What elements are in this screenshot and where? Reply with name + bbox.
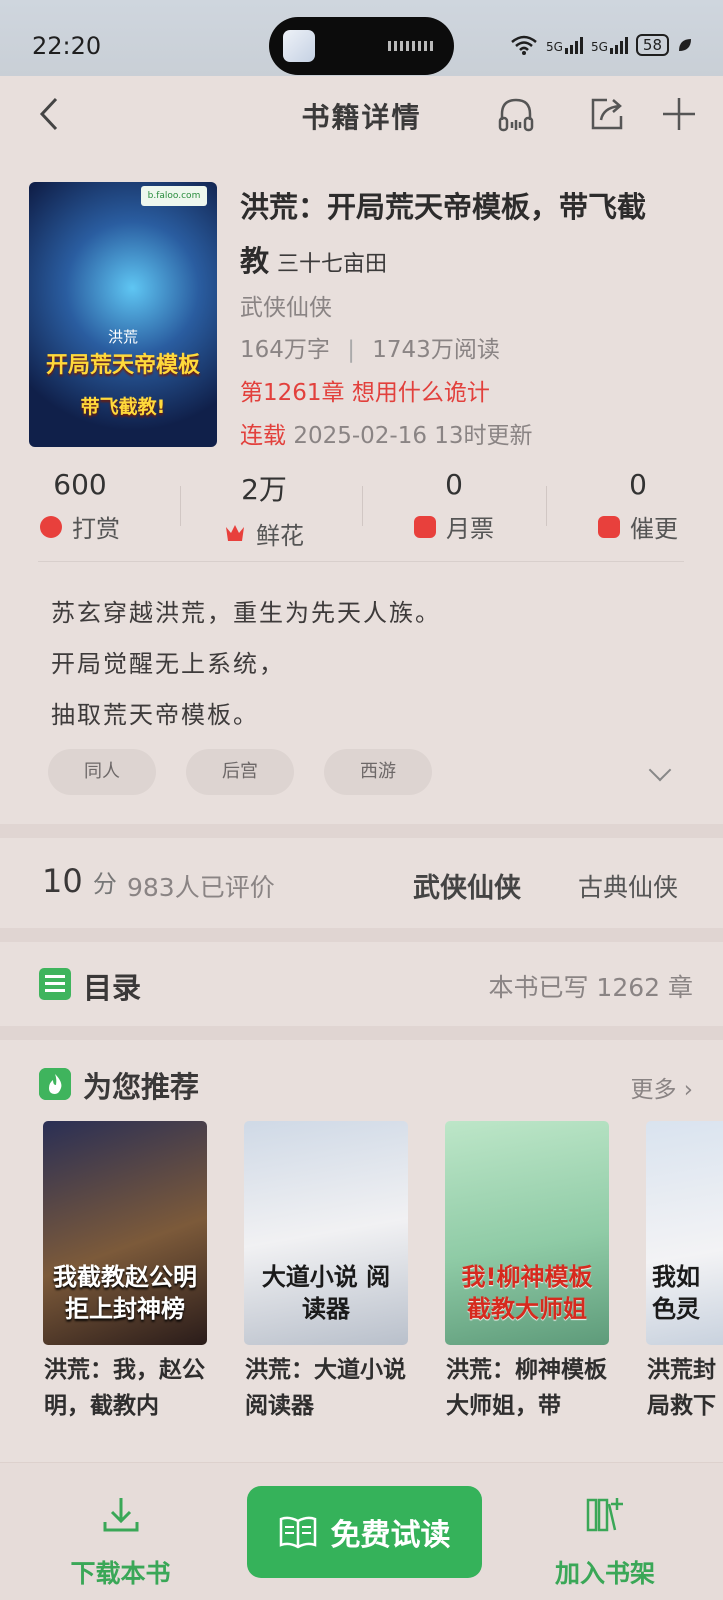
recommend-book-name[interactable]: 洪荒封局救下 [647,1352,723,1424]
media-thumbnail [283,30,315,62]
cover-text: 我截教赵公明 拒上封神榜 [53,1263,197,1323]
free-read-label: 免费试读 [330,1518,451,1553]
serial-status: 连载 [240,423,286,449]
recommend-cover[interactable]: 大道小说 阅读器 [244,1121,408,1345]
book-counts: 164万字 | 1743万阅读 [240,337,500,363]
cover-text: 带飞截教! [80,396,166,418]
book-author[interactable]: 三十七亩田 [277,252,387,277]
stat-flower[interactable]: 2万 鲜花 [184,468,344,551]
recommend-cover[interactable]: 我截教赵公明 拒上封神榜 [43,1121,207,1345]
book-category[interactable]: 武侠仙侠 [240,288,332,322]
divider [362,486,363,526]
recommend-title: 为您推荐 [83,1070,200,1104]
dynamic-island[interactable] [269,17,454,75]
stat-label: 鲜花 [256,522,304,550]
chevron-right-icon: › [683,1077,693,1103]
update-info: 连载 2025-02-16 13时更新 [240,416,533,450]
section-divider [0,824,723,838]
recommend-book-name[interactable]: 洪荒：柳神模板大师姐，带 [446,1352,618,1424]
flower-icon [226,524,244,541]
bookshelf-add-icon [586,1498,623,1532]
book-intro[interactable]: 苏玄穿越洪荒，重生为先天人族。 开局觉醒无上系统， 抽取荒天帝模板。 [51,588,441,741]
add-icon[interactable] [659,94,699,134]
divider [180,486,181,526]
stat-label: 催更 [630,515,678,543]
chapter-count[interactable]: 本书已写 1262 章 [488,968,693,1004]
divider [546,486,547,526]
book-title: 洪荒：开局荒天帝模板，带飞截教 三十七亩田 [240,180,670,292]
tag[interactable]: 后宫 [186,749,294,795]
share-icon[interactable] [587,94,627,134]
read-count: 1743万阅读 [372,337,500,363]
word-count: 164万字 [240,337,330,363]
audio-wave-icon [388,41,436,51]
headphones-icon[interactable] [496,94,536,134]
cover-text: 大道小说 阅读器 [261,1263,391,1323]
download-button[interactable]: 下载本书 [58,1494,183,1590]
list-icon [39,968,71,1000]
urge-icon [598,515,620,538]
stat-label: 月票 [446,515,494,543]
section-divider [0,928,723,942]
book-cover[interactable]: b.faloo.com 洪荒 开局荒天帝模板 带飞截教! [29,182,217,447]
tag[interactable]: 同人 [48,749,156,795]
section-divider [0,1026,723,1040]
signal-5g-icon: 5G [591,36,628,54]
download-label: 下载本书 [70,1559,171,1588]
wifi-icon [511,35,537,55]
stat-label: 打赏 [72,515,120,543]
download-icon [103,1498,138,1532]
expand-icon[interactable] [648,758,672,782]
status-bar: 22:20 5G 5G 58 [0,0,723,76]
add-shelf-label: 加入书架 [554,1559,655,1588]
intro-line: 苏玄穿越洪荒，重生为先天人族。 [51,599,441,627]
book-open-icon [279,1516,316,1549]
update-time: 2025-02-16 13时更新 [293,423,533,449]
divider [38,561,684,562]
stat-num: 0 [629,468,647,501]
intro-line: 开局觉醒无上系统， [51,650,285,678]
recommend-book-name[interactable]: 洪荒：大道小说阅读器 [245,1352,417,1424]
recommend-cover[interactable]: 我!柳神模板 截教大师姐 [445,1121,609,1345]
category-sub[interactable]: 古典仙侠 [578,868,678,904]
category-main[interactable]: 武侠仙侠 [413,866,521,905]
stat-monthly-ticket[interactable]: 0 月票 [374,468,534,544]
flame-icon [39,1068,71,1100]
more-link[interactable]: 更多 › [630,1070,693,1104]
publisher-logo: b.faloo.com [141,186,207,206]
intro-line: 抽取荒天帝模板。 [51,701,259,729]
toc-title[interactable]: 目录 [83,965,141,1007]
latest-chapter[interactable]: 第1261章 想用什么诡计 [240,373,490,407]
tag[interactable]: 西游 [324,749,432,795]
tip-icon [40,515,62,538]
stat-urge[interactable]: 0 催更 [558,468,718,544]
cover-text: 开局荒天帝模板 [45,353,200,378]
stat-tip[interactable]: 600 打赏 [0,468,160,544]
recommend-book-name[interactable]: 洪荒：我，赵公明，截教内 [44,1352,216,1424]
leaf-icon [679,39,691,51]
stat-num: 600 [53,468,107,501]
cover-text: 洪荒 [107,328,138,346]
stat-num: 0 [445,468,463,501]
free-read-button[interactable]: 免费试读 [247,1486,482,1578]
add-shelf-button[interactable]: 加入书架 [540,1494,670,1590]
signal-5g-icon: 5G [546,36,583,54]
rating-count[interactable]: 983人已评价 [127,868,275,904]
cover-text: 我如 色灵 [652,1263,700,1323]
rating-score: 10 分 [42,862,117,900]
cover-text: 我!柳神模板 截教大师姐 [461,1263,593,1323]
top-nav: 书籍详情 [0,76,723,152]
ticket-icon [414,515,436,538]
status-icons: 5G 5G 58 [510,34,693,56]
battery-icon: 58 [635,34,669,56]
status-time: 22:20 [32,32,102,60]
stat-num: 2万 [241,473,287,506]
recommend-cover[interactable]: 我如 色灵 [646,1121,723,1345]
